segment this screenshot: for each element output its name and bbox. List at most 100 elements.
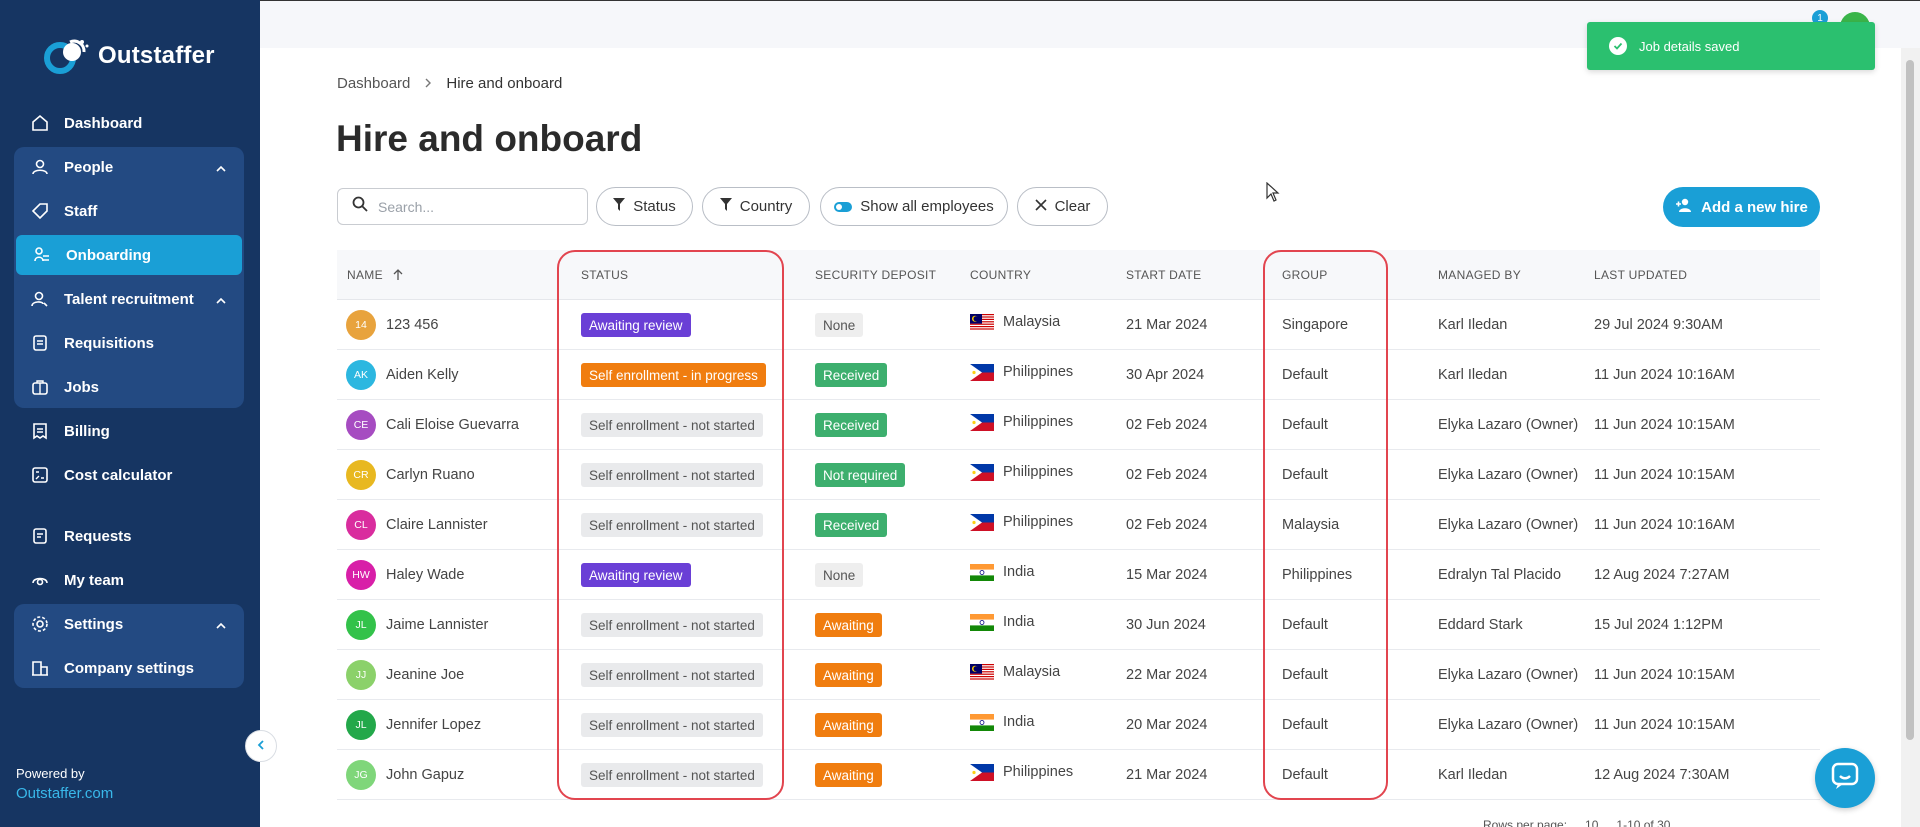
employee-name[interactable]: Claire Lannister	[386, 517, 488, 533]
column-header-start-date[interactable]: START DATE	[1126, 268, 1201, 282]
ph-flag-icon	[970, 364, 994, 381]
toggle-switch-icon	[834, 201, 853, 212]
sidebar-item-people[interactable]: People	[14, 147, 244, 187]
employee-name[interactable]: John Gapuz	[386, 767, 464, 783]
start-date: 02 Feb 2024	[1126, 417, 1208, 433]
arrow-up-icon	[393, 269, 403, 283]
calculator-icon	[30, 465, 50, 485]
managed-by: Elyka Lazaro (Owner)	[1438, 517, 1579, 533]
employee-name[interactable]: 123 456	[386, 317, 438, 333]
avatar: AK	[346, 360, 376, 390]
person-search-icon	[30, 289, 50, 309]
my-flag-icon	[970, 314, 994, 331]
status-filter-button[interactable]: Status	[596, 187, 693, 226]
status-badge: Awaiting review	[581, 563, 691, 587]
last-updated: 11 Jun 2024 10:16AM	[1594, 517, 1735, 533]
column-header-country[interactable]: COUNTRY	[970, 268, 1031, 282]
sidebar-item-jobs[interactable]: Jobs	[14, 367, 244, 407]
sidebar-item-requests[interactable]: Requests	[14, 516, 244, 556]
last-updated: 11 Jun 2024 10:16AM	[1594, 367, 1735, 383]
deposit-badge: Awaiting	[815, 613, 882, 637]
chat-icon	[1830, 761, 1860, 796]
breadcrumb-dashboard-link[interactable]: Dashboard	[337, 75, 410, 92]
sidebar-label: Requests	[64, 527, 132, 545]
country-name: Philippines	[1003, 364, 1074, 380]
status-badge: Self enrollment - not started	[581, 713, 763, 737]
employee-name[interactable]: Jaime Lannister	[386, 617, 488, 633]
employee-name[interactable]: Jennifer Lopez	[386, 717, 481, 733]
deposit-badge: Awaiting	[815, 663, 882, 687]
powered-by-link[interactable]: Outstaffer.com	[16, 785, 113, 802]
table-row[interactable]: HW Haley Wade Awaiting review None India 15 M…	[337, 550, 1820, 600]
column-header-name[interactable]: NAME	[347, 268, 403, 283]
group-name: Default	[1282, 617, 1328, 633]
start-date: 30 Jun 2024	[1126, 617, 1206, 633]
country-filter-label: Country	[739, 198, 793, 215]
chevron-up-icon	[216, 618, 226, 629]
person-icon	[30, 157, 50, 177]
add-hire-label: Add a new hire	[1701, 198, 1808, 216]
help-chat-button[interactable]	[1815, 748, 1875, 808]
table-row[interactable]: CR Carlyn Ruano Self enrollment - not star…	[337, 450, 1820, 500]
filter-icon	[719, 198, 732, 215]
status-badge: Self enrollment - not started	[581, 663, 763, 687]
collapse-sidebar-button[interactable]	[245, 730, 277, 762]
group-name: Default	[1282, 717, 1328, 733]
column-header-security-deposit[interactable]: SECURITY DEPOSIT	[815, 268, 936, 282]
table-row[interactable]: JJ Jeanine Joe Self enrollment - not start…	[337, 650, 1820, 700]
close-icon	[1034, 198, 1047, 215]
column-header-managed-by[interactable]: MANAGED BY	[1438, 268, 1521, 282]
managed-by: Elyka Lazaro (Owner)	[1438, 417, 1579, 433]
employee-name[interactable]: Haley Wade	[386, 567, 464, 583]
employee-name[interactable]: Cali Eloise Guevarra	[386, 417, 519, 433]
start-date: 20 Mar 2024	[1126, 717, 1208, 733]
employee-name[interactable]: Aiden Kelly	[386, 367, 459, 383]
page-range: 1-10 of 30	[1616, 818, 1671, 827]
table-row[interactable]: 14 123 456 Awaiting review None Malaysia 21 M…	[337, 300, 1820, 350]
sidebar-item-dashboard[interactable]: Dashboard	[14, 103, 244, 143]
brand-logo[interactable]: Outstaffer	[42, 36, 215, 76]
show-all-employees-toggle[interactable]: Show all employees	[820, 187, 1008, 226]
country-name: Malaysia	[1003, 314, 1061, 330]
page-title: Hire and onboard	[336, 118, 643, 159]
sidebar-item-company-settings[interactable]: Company settings	[14, 648, 244, 688]
start-date: 21 Mar 2024	[1126, 317, 1208, 333]
table-row[interactable]: CL Claire Lannister Self enrollment - not …	[337, 500, 1820, 550]
deposit-badge: Received	[815, 413, 888, 437]
start-date: 21 Mar 2024	[1126, 767, 1208, 783]
employee-name[interactable]: Carlyn Ruano	[386, 467, 475, 483]
employee-name[interactable]: Jeanine Joe	[386, 667, 464, 683]
ph-flag-icon	[970, 414, 994, 431]
sidebar-item-talent-recruitment[interactable]: Talent recruitment	[14, 279, 244, 319]
deposit-badge: Awaiting	[815, 763, 882, 787]
deposit-badge: Awaiting	[815, 713, 882, 737]
sidebar-item-onboarding[interactable]: Onboarding	[16, 235, 242, 275]
table-row[interactable]: JL Jaime Lannister Self enrollment - not s…	[337, 600, 1820, 650]
table-row[interactable]: CE Cali Eloise Guevarra Self enrollment - …	[337, 400, 1820, 450]
table-row[interactable]: JL Jennifer Lopez Self enrollment - not st…	[337, 700, 1820, 750]
rows-per-page-select[interactable]: 10	[1585, 818, 1598, 827]
column-header-status[interactable]: STATUS	[581, 268, 628, 282]
sidebar-item-my-team[interactable]: My team	[14, 560, 244, 600]
start-date: 30 Apr 2024	[1126, 367, 1205, 383]
search-input[interactable]	[378, 198, 568, 215]
clear-filters-button[interactable]: Clear	[1017, 187, 1108, 226]
column-header-group[interactable]: GROUP	[1282, 268, 1328, 282]
filter-icon	[613, 198, 626, 215]
column-header-last-updated[interactable]: LAST UPDATED	[1594, 268, 1687, 282]
country-filter-button[interactable]: Country	[702, 187, 810, 226]
add-new-hire-button[interactable]: Add a new hire	[1663, 187, 1820, 227]
last-updated: 29 Jul 2024 9:30AM	[1594, 317, 1723, 333]
sidebar-item-cost-calculator[interactable]: Cost calculator	[14, 455, 244, 495]
table-row[interactable]: JG John Gapuz Self enrollment - not starte…	[337, 750, 1820, 800]
sidebar-item-requisitions[interactable]: Requisitions	[14, 323, 244, 363]
country-name: Philippines	[1003, 514, 1074, 530]
sidebar-item-billing[interactable]: Billing	[14, 411, 244, 451]
add-person-icon	[1675, 198, 1693, 216]
sidebar-label: Settings	[64, 615, 124, 633]
scrollbar-thumb[interactable]	[1906, 60, 1914, 740]
start-date: 22 Mar 2024	[1126, 667, 1208, 683]
sidebar-item-staff[interactable]: Staff	[14, 191, 244, 231]
table-row[interactable]: AK Aiden Kelly Self enrollment - in progre…	[337, 350, 1820, 400]
sidebar-item-settings[interactable]: Settings	[14, 604, 244, 644]
